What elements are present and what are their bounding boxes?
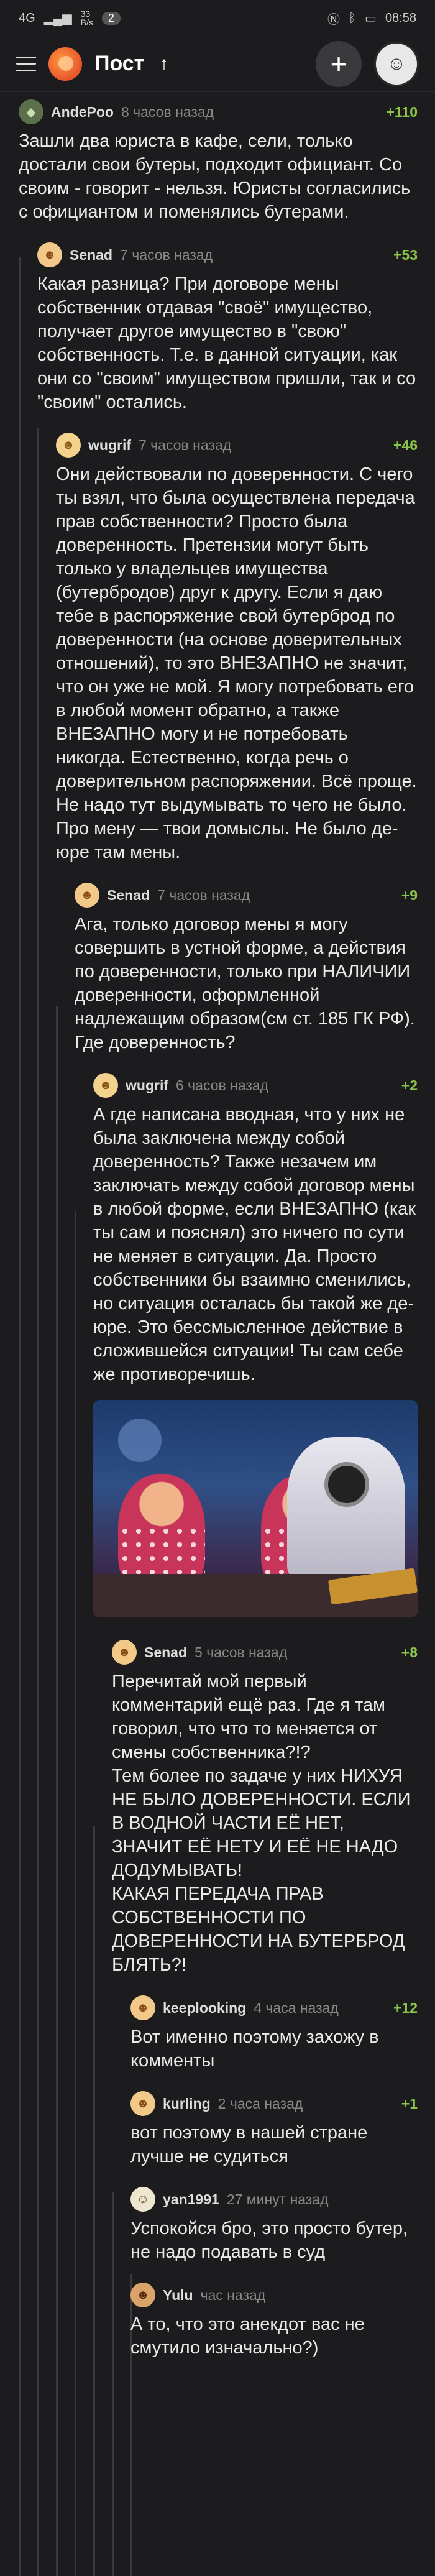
comment-text: А где написана вводная, что у них не был… <box>93 1105 416 1384</box>
page-title: Пост <box>94 52 145 75</box>
signal-indicator: 4G <box>19 11 35 25</box>
menu-icon[interactable] <box>16 56 36 71</box>
comment-author[interactable]: Yulu <box>163 2287 193 2304</box>
avatar[interactable]: ☻ <box>56 433 81 458</box>
add-post-button[interactable]: + <box>316 40 362 87</box>
comment-author[interactable]: wugrif <box>88 437 131 454</box>
comment-text: А то, что это анекдот вас не смутило изн… <box>130 2314 365 2358</box>
comment-author[interactable]: AndePoo <box>51 104 114 121</box>
comment-text: вот поэтому в нашей стране лучше не суди… <box>130 2123 368 2166</box>
app-bar: Пост ↑ + ☺ <box>0 36 435 92</box>
comment: ☻ Senad 5 часов назад +8 Перечитай мой п… <box>0 1635 435 1990</box>
comment-rating: +12 <box>393 1999 418 2016</box>
comment-text: Перечитай мой первый комментарий ещё раз… <box>112 1672 411 1975</box>
comment-rating: +2 <box>401 1077 418 1093</box>
avatar[interactable]: ◆ <box>19 99 44 124</box>
comment-rating: +9 <box>401 886 418 903</box>
comment-text: Какая разница? При договоре мены собстве… <box>37 274 416 412</box>
comment-rating: +53 <box>393 246 418 263</box>
comment-time: 5 часов назад <box>195 1644 288 1660</box>
comment-author[interactable]: Senad <box>70 247 112 264</box>
avatar[interactable]: ☻ <box>130 1995 155 2020</box>
status-bar: 4G ▂▄▆ 33 B/s 2 Ⓝ ᛒ ▭ 08:58 <box>0 0 435 36</box>
comment: ☻ keeplooking 4 часа назад +12 Вот именн… <box>0 1990 435 2086</box>
comment: ◆ AndePoo 8 часов назад +110 Зашли два ю… <box>0 92 435 237</box>
notification-badge: 2 <box>101 11 121 25</box>
nfc-icon: Ⓝ <box>327 12 341 27</box>
comment-time: 6 часов назад <box>176 1077 269 1093</box>
comment-text: Зашли два юриста в кафе, сели, только до… <box>19 131 411 222</box>
comment-time: 2 часа назад <box>218 2095 303 2112</box>
comment-rating: +46 <box>393 436 418 453</box>
comment: ☻ Senad 7 часов назад +53 Какая разница?… <box>0 237 435 428</box>
avatar[interactable]: ☻ <box>75 883 99 908</box>
comment: ☻ Senad 7 часов назад +9 Ага, только дог… <box>0 878 435 1068</box>
comment-author[interactable]: wugrif <box>126 1077 168 1094</box>
comment-time: час назад <box>200 2286 266 2303</box>
comment-rating: +1 <box>401 2095 418 2112</box>
network-speed: 33 B/s <box>80 9 93 27</box>
comment-text: Вот именно поэтому захожу в комменты <box>130 2027 379 2071</box>
avatar[interactable]: ☺ <box>374 41 419 86</box>
clock: 08:58 <box>385 11 416 25</box>
comment-time: 4 часа назад <box>254 1999 339 2016</box>
comment-time: 7 часов назад <box>157 886 250 903</box>
avatar[interactable]: ☻ <box>130 2283 155 2307</box>
comment-author[interactable]: Senad <box>144 1644 187 1661</box>
bluetooth-icon: ᛒ <box>349 11 357 25</box>
avatar[interactable]: ☻ <box>112 1640 137 1665</box>
comment-author[interactable]: Senad <box>107 887 150 904</box>
comment-rating: +110 <box>386 103 418 120</box>
comment-time: 8 часов назад <box>121 103 214 120</box>
comment: ☻ wugrif 7 часов назад +46 Они действова… <box>0 428 435 878</box>
battery-icon: ▭ <box>365 11 377 25</box>
comment-feed: ◆ AndePoo 8 часов назад +110 Зашли два ю… <box>0 92 435 2576</box>
comment-text: Ага, только договор мены я могу совершит… <box>75 914 415 1052</box>
comment: ☺ yan1991 27 минут назад Успокойся бро, … <box>0 2182 435 2278</box>
comment-image[interactable] <box>93 1400 418 1617</box>
comment: ☻ Yulu час назад А то, что это анекдот в… <box>0 2278 435 2373</box>
avatar[interactable]: ☻ <box>93 1073 118 1098</box>
signal-bars-icon: ▂▄▆ <box>44 11 72 25</box>
comment: ☻ kurling 2 часа назад +1 вот поэтому в … <box>0 2086 435 2182</box>
comment-time: 27 минут назад <box>226 2191 329 2207</box>
comment-rating: +8 <box>401 1644 418 1660</box>
comment-time: 7 часов назад <box>139 436 232 453</box>
avatar[interactable]: ☺ <box>130 2187 155 2212</box>
comment-time: 7 часов назад <box>120 246 213 263</box>
comment-text: Они действовали по доверенности. С чего … <box>56 464 417 862</box>
avatar[interactable]: ☻ <box>130 2091 155 2116</box>
logo[interactable] <box>48 47 82 81</box>
comment: ☻ wugrif 6 часов назад +2 А где написана… <box>0 1068 435 1617</box>
comment-author[interactable]: keeplooking <box>163 2000 246 2017</box>
comment-author[interactable]: kurling <box>163 2095 211 2112</box>
avatar[interactable]: ☻ <box>37 242 62 267</box>
comment-author[interactable]: yan1991 <box>163 2191 219 2208</box>
comment-text: Успокойся бро, это просто бутер, не надо… <box>130 2219 408 2262</box>
arrow-up-icon[interactable]: ↑ <box>159 53 168 75</box>
